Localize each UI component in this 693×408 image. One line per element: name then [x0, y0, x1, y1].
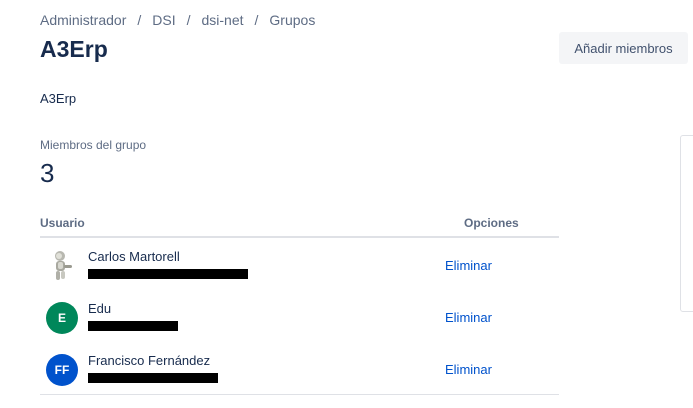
members-label: Miembros del grupo — [40, 138, 147, 152]
member-email-redacted — [88, 269, 248, 279]
member-name: Edu — [88, 301, 112, 316]
member-email-redacted — [88, 373, 218, 383]
members-count: 3 — [40, 158, 55, 188]
group-description: A3Erp — [40, 91, 77, 106]
side-panel-edge — [680, 135, 693, 312]
remove-member-link[interactable]: Eliminar — [445, 310, 492, 325]
remove-member-link[interactable]: Eliminar — [445, 258, 492, 273]
breadcrumb-separator: / — [137, 12, 142, 28]
breadcrumb-separator: / — [186, 12, 191, 28]
column-header-options: Opciones — [464, 216, 519, 230]
member-name: Francisco Fernández — [88, 353, 211, 368]
breadcrumb-grupos[interactable]: Grupos — [269, 12, 315, 28]
table-row: E Edu Eliminar — [40, 290, 559, 342]
member-email-redacted — [88, 321, 178, 331]
avatar — [46, 250, 78, 282]
breadcrumb-separator: / — [254, 12, 259, 28]
user-photo-icon — [55, 251, 72, 280]
add-members-button[interactable]: Añadir miembros — [559, 32, 688, 64]
breadcrumb-administrador[interactable]: Administrador — [40, 12, 126, 28]
remove-member-link[interactable]: Eliminar — [445, 362, 492, 377]
table-row: FF Francisco Fernández Eliminar — [40, 342, 559, 395]
member-name: Carlos Martorell — [88, 249, 180, 264]
members-table: Usuario Opciones Carlos Martorell Elimin… — [40, 214, 559, 395]
column-header-user: Usuario — [40, 216, 85, 230]
breadcrumb-dsi-net[interactable]: dsi-net — [202, 12, 244, 28]
avatar: E — [46, 302, 78, 334]
page-title: A3Erp — [40, 36, 108, 62]
table-header: Usuario Opciones — [40, 214, 559, 238]
breadcrumb-dsi[interactable]: DSI — [152, 12, 175, 28]
avatar: FF — [46, 354, 78, 386]
breadcrumb: Administrador / DSI / dsi-net / Grupos — [40, 12, 315, 28]
table-row: Carlos Martorell Eliminar — [40, 238, 559, 290]
